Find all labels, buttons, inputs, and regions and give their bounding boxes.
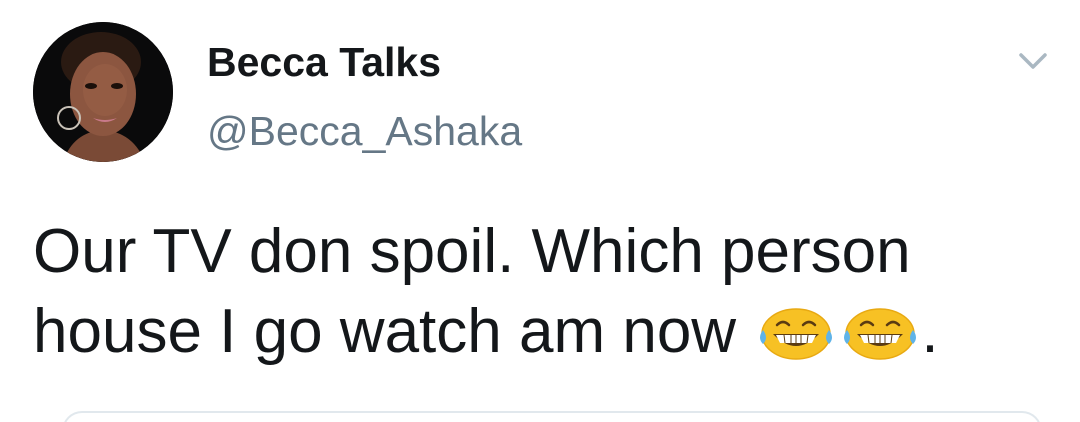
laughing-with-tears-emoji-icon — [755, 304, 837, 360]
laughing-with-tears-emoji-icon — [839, 304, 921, 360]
username-handle[interactable]: @Becca_Ashaka — [207, 107, 522, 155]
chevron-down-icon[interactable] — [1015, 46, 1051, 76]
display-name[interactable]: Becca Talks — [207, 38, 441, 86]
tweet-card[interactable]: Becca Talks @Becca_Ashaka Our TV don spo… — [0, 0, 1080, 422]
profile-photo-icon — [33, 22, 173, 162]
avatar[interactable] — [33, 22, 173, 162]
tweet-text-period: . — [921, 297, 939, 366]
tweet-text-line2: house I go watch am now — [33, 297, 737, 366]
tweet-text-line1: Our TV don spoil. Which person — [33, 217, 911, 286]
embedded-card-edge — [62, 411, 1042, 422]
tweet-text: Our TV don spoil. Which person house I g… — [33, 212, 1063, 372]
